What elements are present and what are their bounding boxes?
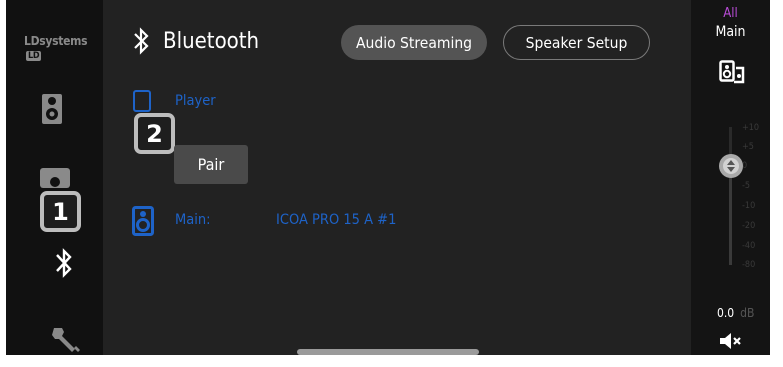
wrench-icon <box>52 328 80 352</box>
sidebar-item-bluetooth[interactable] <box>54 246 74 284</box>
group-label[interactable]: All <box>691 6 770 21</box>
up-down-arrows-icon <box>727 160 735 172</box>
tab-audio-streaming[interactable]: Audio Streaming <box>341 25 487 60</box>
speaker-mute-icon <box>720 333 741 349</box>
page-title: Bluetooth <box>133 27 259 55</box>
speaker-pair-icon <box>40 168 70 188</box>
level-readout: 0.0 dB <box>717 306 755 320</box>
volume-fader-track[interactable] <box>729 127 732 265</box>
pair-button[interactable]: Pair <box>174 145 248 184</box>
player-checkbox[interactable] <box>133 90 151 112</box>
sidebar-item-settings[interactable] <box>50 324 82 355</box>
sidebar-item-speaker[interactable] <box>40 93 64 129</box>
channel-strip: All Main +10 +5 0 -5 -10 -20 -40 -80 0.0… <box>691 0 770 355</box>
volume-fader-knob[interactable] <box>719 154 743 178</box>
fader-tick: -10 <box>742 201 756 211</box>
fader-tick: -20 <box>742 221 756 231</box>
device-speaker <box>132 206 154 240</box>
player-label: Player <box>175 93 216 109</box>
speaker-icon <box>132 206 154 236</box>
sidebar: LDsystemsLD 1 <box>6 0 103 355</box>
app-window: LDsystemsLD 1 Bluetooth Audio Streaming … <box>6 0 770 355</box>
device-name: ICOA PRO 15 A #1 <box>276 212 397 228</box>
mute-button[interactable] <box>719 331 743 355</box>
device-role-label: Main: <box>175 212 211 228</box>
annotation-badge-1: 1 <box>40 191 81 232</box>
speaker-icon <box>42 94 62 124</box>
annotation-badge-2: 2 <box>134 113 175 154</box>
horizontal-scrollbar[interactable] <box>297 349 479 355</box>
fader-tick: +5 <box>742 142 754 152</box>
brand-logo: LDsystemsLD <box>24 34 88 61</box>
channel-label: Main <box>715 24 746 40</box>
tab-speaker-setup[interactable]: Speaker Setup <box>503 25 650 60</box>
fader-tick: -40 <box>742 241 756 251</box>
fader-tick: -5 <box>742 181 751 191</box>
speaker-pair-icon <box>719 60 745 84</box>
channel-speaker[interactable] <box>719 60 745 88</box>
fader-tick: -80 <box>742 260 756 270</box>
fader-tick: +10 <box>742 123 760 133</box>
bluetooth-icon <box>134 27 149 55</box>
bluetooth-icon <box>56 248 72 278</box>
sidebar-item-speakers[interactable] <box>40 168 70 192</box>
header-bar: Bluetooth Audio Streaming Speaker Setup <box>103 0 691 80</box>
